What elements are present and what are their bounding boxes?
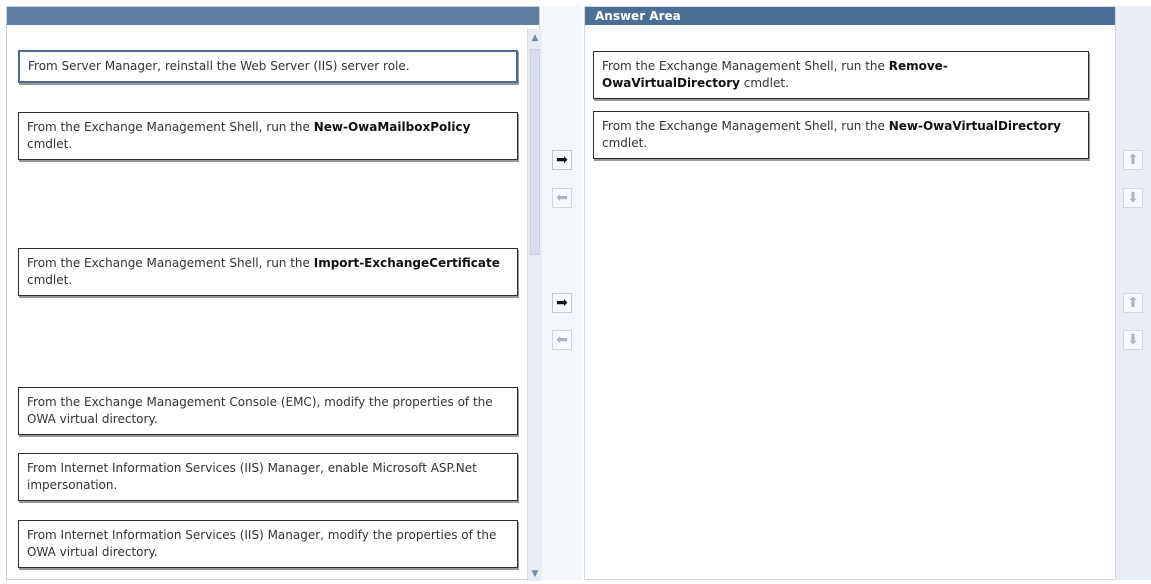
arrow-up-icon: ⬆: [1127, 295, 1139, 311]
answer-area-panel: Answer Area From the Exchange Management…: [584, 6, 1116, 580]
option-text: From the Exchange Management Console (EM…: [27, 395, 493, 426]
move-left-button[interactable]: ⬅: [552, 188, 572, 208]
move-down-button[interactable]: ⬇: [1123, 188, 1143, 208]
option-cmdlet: New-OwaMailboxPolicy: [313, 120, 471, 134]
option-item-import-exchangecertificate[interactable]: From the Exchange Management Shell, run …: [18, 248, 518, 296]
option-text: From Internet Information Services (IIS)…: [27, 461, 477, 492]
arrow-left-icon: ⬅: [556, 332, 568, 348]
move-left-button-2[interactable]: ⬅: [552, 330, 572, 350]
option-item-new-owamailboxpolicy[interactable]: From the Exchange Management Shell, run …: [18, 112, 518, 160]
move-right-button-2[interactable]: ➡: [552, 293, 572, 313]
option-text: From Server Manager, reinstall the Web S…: [28, 59, 410, 73]
arrow-down-icon: ⬇: [1127, 332, 1139, 348]
move-down-button-2[interactable]: ⬇: [1123, 330, 1143, 350]
option-text: From the Exchange Management Shell, run …: [27, 120, 314, 134]
arrow-right-icon: ➡: [556, 152, 568, 168]
move-right-button[interactable]: ➡: [552, 150, 572, 170]
options-panel: From Server Manager, reinstall the Web S…: [6, 6, 542, 581]
scroll-down-icon[interactable]: ▼: [528, 567, 542, 581]
option-item-iis-modify-owa[interactable]: From Internet Information Services (IIS)…: [18, 520, 518, 568]
arrow-right-icon: ➡: [556, 295, 568, 311]
options-list: From Server Manager, reinstall the Web S…: [7, 27, 525, 579]
option-text-tail: cmdlet.: [27, 273, 73, 287]
option-item-reinstall-iis[interactable]: From Server Manager, reinstall the Web S…: [18, 50, 518, 83]
answer-area-title: Answer Area: [585, 7, 1115, 25]
answer-text: From the Exchange Management Shell, run …: [602, 59, 889, 73]
reorder-controls: ⬆ ⬇ ⬆ ⬇: [1116, 6, 1151, 580]
move-up-button[interactable]: ⬆: [1123, 150, 1143, 170]
arrow-up-icon: ⬆: [1127, 152, 1139, 168]
option-text-tail: cmdlet.: [27, 137, 73, 151]
scroll-up-icon[interactable]: ▲: [528, 31, 542, 45]
move-controls: ➡ ⬅ ➡ ⬅: [542, 6, 582, 580]
arrow-left-icon: ⬅: [556, 190, 568, 206]
options-scrollbar[interactable]: ▲ ▼: [527, 29, 542, 581]
answer-item-remove-owavirtualdirectory[interactable]: From the Exchange Management Shell, run …: [593, 51, 1089, 99]
answer-text: From the Exchange Management Shell, run …: [602, 119, 889, 133]
options-header-bar: [7, 7, 539, 25]
option-item-emc-modify-owa[interactable]: From the Exchange Management Console (EM…: [18, 387, 518, 435]
option-item-iis-enable-impersonation[interactable]: From Internet Information Services (IIS)…: [18, 453, 518, 501]
move-up-button-2[interactable]: ⬆: [1123, 293, 1143, 313]
answer-text-tail: cmdlet.: [739, 76, 789, 90]
option-text: From the Exchange Management Shell, run …: [27, 256, 314, 270]
arrow-down-icon: ⬇: [1127, 190, 1139, 206]
option-cmdlet: Import-ExchangeCertificate: [313, 256, 500, 270]
answer-item-new-owavirtualdirectory[interactable]: From the Exchange Management Shell, run …: [593, 111, 1089, 159]
answer-text-tail: cmdlet.: [602, 136, 648, 150]
scrollbar-thumb[interactable]: [530, 49, 540, 255]
answer-cmdlet: New-OwaVirtualDirectory: [888, 119, 1061, 133]
option-text: From Internet Information Services (IIS)…: [27, 528, 497, 559]
